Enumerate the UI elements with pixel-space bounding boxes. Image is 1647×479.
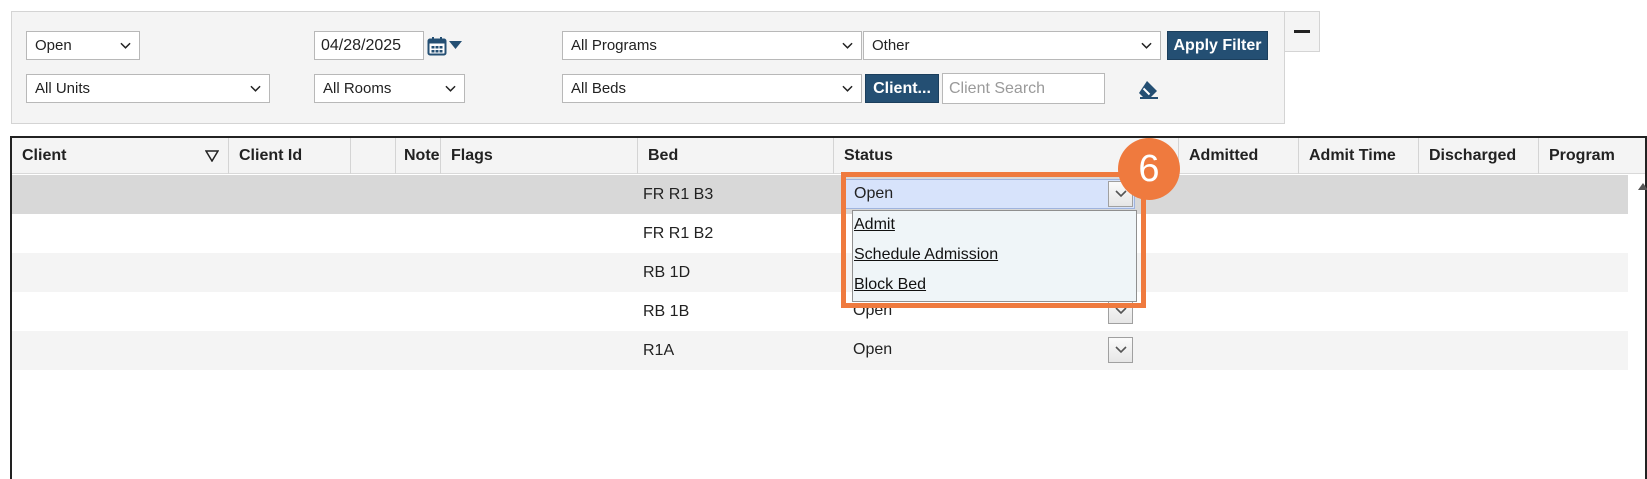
column-header-program[interactable]: Program (1539, 138, 1647, 174)
collapse-filter-button[interactable] (1285, 11, 1320, 52)
date-value: 04/28/2025 (321, 36, 402, 54)
calendar-icon[interactable] (427, 36, 447, 56)
status-filter-select[interactable]: Open (26, 31, 140, 60)
bed-cell: FR R1 B3 (643, 185, 714, 203)
rooms-select[interactable]: All Rooms (314, 74, 465, 103)
other-select[interactable]: Other (863, 31, 1161, 60)
grid-header: Client Client Id Note Flags Bed Status A… (12, 138, 1645, 174)
step-badge: 6 (1118, 138, 1180, 200)
column-header-blank[interactable] (351, 138, 396, 174)
column-header-admitted[interactable]: Admitted (1179, 138, 1299, 174)
chevron-down-icon (842, 85, 853, 92)
status-select[interactable]: Open (845, 335, 1135, 365)
status-dropdown-button[interactable] (1108, 337, 1133, 363)
table-row[interactable]: R1A Open (12, 331, 1628, 370)
beds-select[interactable]: All Beds (562, 74, 862, 103)
units-value: All Units (35, 80, 91, 97)
column-header-client-id[interactable]: Client Id (229, 138, 351, 174)
bed-cell: RB 1D (643, 263, 691, 281)
column-header-client[interactable]: Client (12, 138, 229, 174)
client-search-input[interactable]: Client Search (942, 73, 1105, 104)
apply-filter-button[interactable]: Apply Filter (1167, 31, 1268, 60)
beds-value: All Beds (571, 80, 627, 97)
chevron-down-icon (1115, 307, 1127, 315)
column-label: Client (22, 147, 67, 164)
rooms-value: All Rooms (323, 80, 392, 97)
chevron-down-icon (445, 85, 456, 92)
filter-icon[interactable] (205, 150, 219, 162)
chevron-down-icon (1141, 42, 1152, 49)
chevron-down-icon (250, 85, 261, 92)
filter-panel (11, 11, 1285, 124)
programs-select[interactable]: All Programs (562, 31, 862, 60)
bed-cell: FR R1 B2 (643, 224, 714, 242)
bed-cell: R1A (643, 341, 675, 359)
annotation-highlight-box (841, 172, 1146, 308)
other-value: Other (872, 37, 910, 54)
table-row[interactable]: RB 1D (12, 253, 1628, 292)
column-header-bed[interactable]: Bed (638, 138, 834, 174)
chevron-down-icon (120, 42, 131, 49)
beds-grid: Client Client Id Note Flags Bed Status A… (10, 136, 1647, 479)
date-input[interactable]: 04/28/2025 (314, 31, 424, 60)
table-row[interactable]: FR R1 B3 Open (12, 175, 1628, 214)
bed-cell: RB 1B (643, 302, 690, 320)
status-value: Open (853, 341, 893, 358)
column-header-flags[interactable]: Flags (441, 138, 638, 174)
chevron-down-icon (842, 42, 853, 49)
programs-value: All Programs (571, 37, 657, 54)
eraser-icon[interactable] (1137, 79, 1161, 99)
chevron-down-icon (1115, 346, 1127, 354)
status-filter-value: Open (35, 37, 72, 54)
column-header-discharged[interactable]: Discharged (1419, 138, 1539, 174)
column-header-note[interactable]: Note (396, 138, 441, 174)
table-row[interactable]: FR R1 B2 (12, 214, 1628, 253)
scroll-up-arrow-icon[interactable] (1638, 182, 1647, 190)
client-search-placeholder: Client Search (949, 79, 1046, 97)
caret-down-icon[interactable] (449, 41, 462, 50)
units-select[interactable]: All Units (26, 74, 270, 103)
column-header-admit-time[interactable]: Admit Time (1299, 138, 1419, 174)
table-row[interactable]: RB 1B Open (12, 292, 1628, 331)
client-lookup-button[interactable]: Client... (865, 74, 939, 103)
minus-icon (1294, 30, 1310, 33)
